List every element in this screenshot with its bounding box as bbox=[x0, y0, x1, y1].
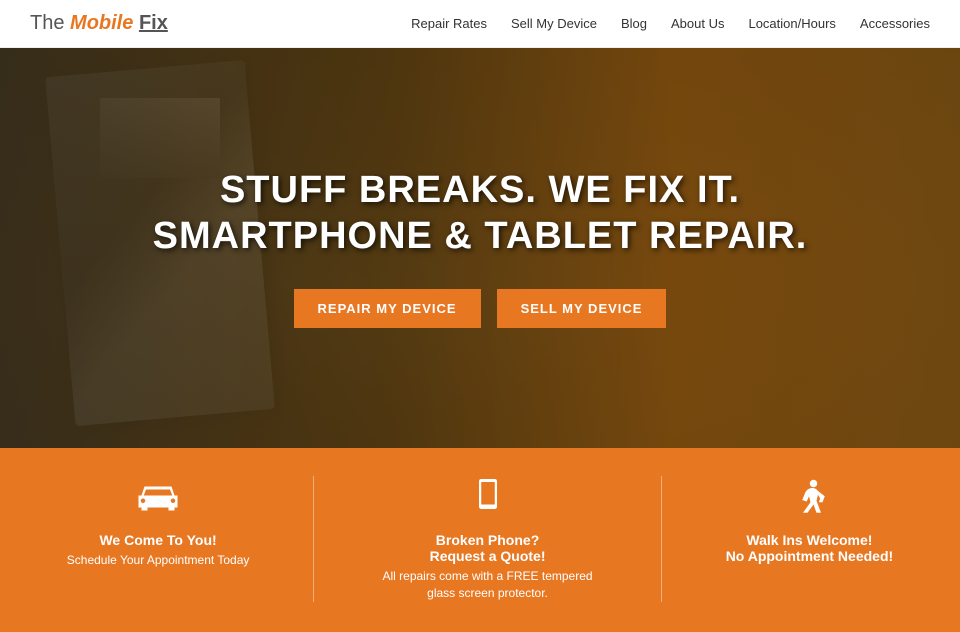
divider-2 bbox=[661, 476, 662, 602]
car-icon bbox=[134, 476, 182, 524]
logo-fix: Fix bbox=[139, 12, 168, 34]
phone-icon bbox=[464, 476, 512, 524]
header: The Mobile Fix Repair Rates Sell My Devi… bbox=[0, 0, 960, 48]
feature-broken-phone: Broken Phone? Request a Quote! All repai… bbox=[378, 476, 598, 602]
nav-repair-rates[interactable]: Repair Rates bbox=[411, 16, 487, 31]
sell-my-device-button[interactable]: SELL MY DEVICE bbox=[497, 289, 667, 328]
repair-my-device-button[interactable]: REPAIR MY DEVICE bbox=[294, 289, 481, 328]
nav-accessories[interactable]: Accessories bbox=[860, 16, 930, 31]
nav-blog[interactable]: Blog bbox=[621, 16, 647, 31]
logo-the: The bbox=[30, 12, 64, 34]
hero-title-line1: STUFF BREAKS. WE FIX IT. bbox=[220, 169, 740, 211]
feature-we-come-to-you-subtitle: Schedule Your Appointment Today bbox=[67, 552, 250, 569]
feature-walk-ins: Walk Ins Welcome! No Appointment Needed! bbox=[726, 476, 893, 568]
hero-title-line2: SMARTPHONE & TABLET REPAIR. bbox=[153, 215, 808, 257]
feature-we-come-to-you: We Come To You! Schedule Your Appointmen… bbox=[67, 476, 250, 569]
feature-broken-phone-desc: All repairs come with a FREE tempered gl… bbox=[378, 568, 598, 602]
feature-walk-ins-title: Walk Ins Welcome! No Appointment Needed! bbox=[726, 532, 893, 564]
nav-sell-my-device[interactable]: Sell My Device bbox=[511, 16, 597, 31]
feature-broken-phone-title: Broken Phone? Request a Quote! bbox=[430, 532, 546, 564]
logo-mobile: Mobile bbox=[70, 12, 133, 34]
main-nav: Repair Rates Sell My Device Blog About U… bbox=[411, 16, 930, 31]
walk-icon bbox=[785, 476, 833, 524]
feature-we-come-to-you-title: We Come To You! bbox=[99, 532, 216, 548]
hero-content: STUFF BREAKS. WE FIX IT. SMARTPHONE & TA… bbox=[113, 168, 848, 328]
nav-about-us[interactable]: About Us bbox=[671, 16, 724, 31]
logo[interactable]: The Mobile Fix bbox=[30, 12, 168, 35]
nav-location-hours[interactable]: Location/Hours bbox=[748, 16, 835, 31]
divider-1 bbox=[313, 476, 314, 602]
hero-section: STUFF BREAKS. WE FIX IT. SMARTPHONE & TA… bbox=[0, 48, 960, 448]
hero-title: STUFF BREAKS. WE FIX IT. SMARTPHONE & TA… bbox=[153, 168, 808, 259]
hero-buttons: REPAIR MY DEVICE SELL MY DEVICE bbox=[153, 289, 808, 328]
